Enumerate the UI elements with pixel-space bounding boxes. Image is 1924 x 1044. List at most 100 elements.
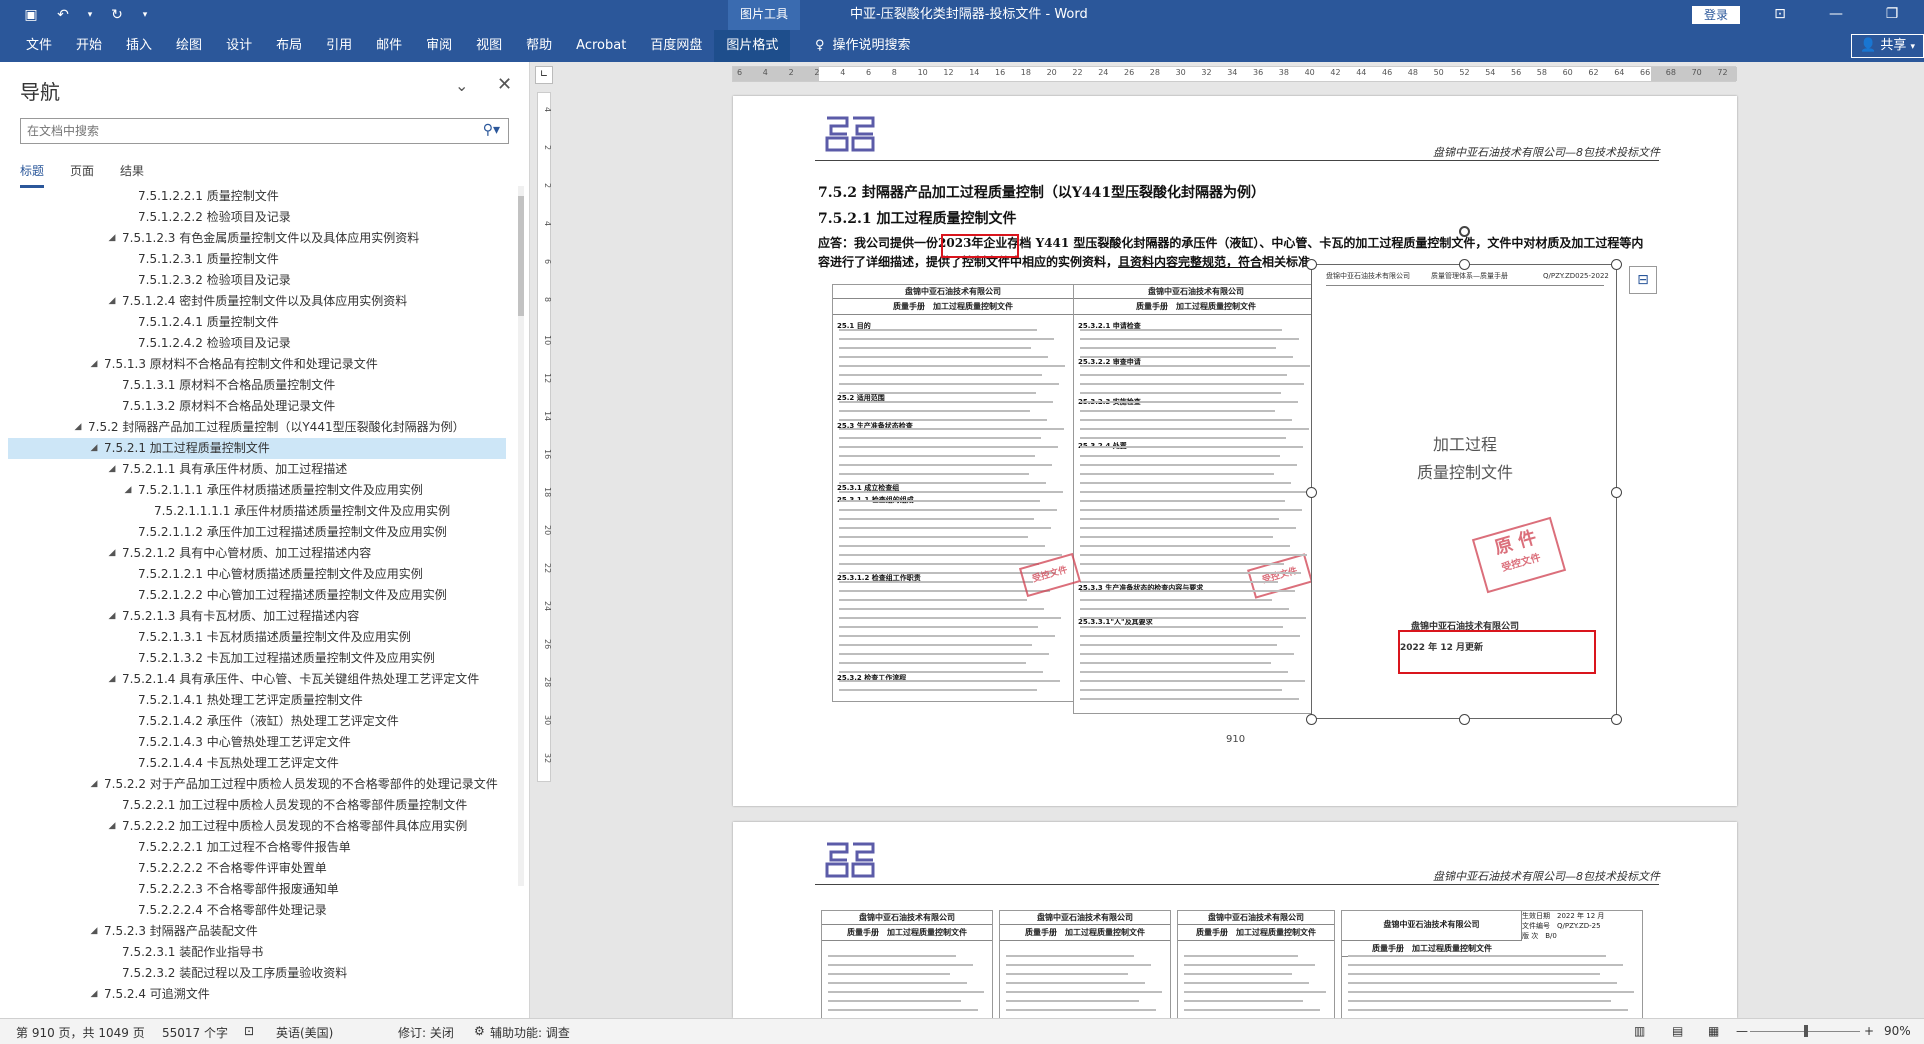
scanned-sheet-p2-1[interactable]: 盘锦中亚石油技术有限公司 质量手册 加工过程质量控制文件 xyxy=(821,910,993,1018)
rotate-handle[interactable] xyxy=(1459,226,1470,237)
expand-toggle-icon[interactable]: ◢ xyxy=(88,438,100,459)
resize-handle[interactable] xyxy=(1611,259,1622,270)
nav-tab-pages[interactable]: 页面 xyxy=(70,162,94,188)
nav-heading-item[interactable]: 7.5.2.1.4.4 卡瓦热处理工艺评定文件 xyxy=(8,753,506,774)
expand-toggle-icon[interactable]: ◢ xyxy=(106,816,118,837)
expand-toggle-icon[interactable]: ◢ xyxy=(106,669,118,690)
tab-mailings[interactable]: 邮件 xyxy=(364,30,414,62)
redo-icon[interactable]: ↻ xyxy=(108,6,126,24)
nav-heading-item[interactable]: 7.5.2.1.1.1.1 承压件材质描述质量控制文件及应用实例 xyxy=(8,501,506,522)
customize-qat-icon[interactable]: ▾ xyxy=(140,6,150,24)
read-mode-icon[interactable]: ▥ xyxy=(1634,1024,1645,1038)
nav-heading-item[interactable]: 7.5.1.3.2 原材料不合格品处理记录文件 xyxy=(8,396,506,417)
tab-insert[interactable]: 插入 xyxy=(114,30,164,62)
zoom-slider-thumb[interactable] xyxy=(1804,1025,1808,1037)
nav-heading-item[interactable]: 7.5.2.1.4.1 热处理工艺评定质量控制文件 xyxy=(8,690,506,711)
chevron-down-icon[interactable]: ⌄ xyxy=(455,76,468,95)
expand-toggle-icon[interactable]: ◢ xyxy=(106,228,118,249)
nav-heading-item[interactable]: ◢ 7.5.2.2.2 加工过程中质检人员发现的不合格零部件具体应用实例 xyxy=(8,816,506,837)
nav-heading-item[interactable]: 7.5.1.2.3.1 质量控制文件 xyxy=(8,249,506,270)
nav-heading-item[interactable]: 7.5.2.1.3.2 卡瓦加工过程描述质量控制文件及应用实例 xyxy=(8,648,506,669)
ribbon-display-options-icon[interactable]: ⊡ xyxy=(1752,0,1808,30)
resize-handle[interactable] xyxy=(1459,259,1470,270)
document-page-next[interactable]: 盘锦中亚石油技术有限公司—8包技术投标文件 盘锦中亚石油技术有限公司 质量手册 … xyxy=(733,822,1737,1018)
nav-heading-item[interactable]: 7.5.2.2.2.3 不合格零部件报废通知单 xyxy=(8,879,506,900)
tab-review[interactable]: 审阅 xyxy=(414,30,464,62)
scanned-sheet-middle[interactable]: 盘锦中亚石油技术有限公司 质量手册 加工过程质量控制文件 25.3.2.1 申请… xyxy=(1073,284,1319,714)
expand-toggle-icon[interactable]: ◢ xyxy=(106,606,118,627)
nav-tab-headings[interactable]: 标题 xyxy=(20,162,45,188)
expand-toggle-icon[interactable]: ◢ xyxy=(88,774,100,795)
zoom-out-icon[interactable]: — xyxy=(1736,1024,1748,1038)
status-track-changes[interactable]: 修订: 关闭 xyxy=(398,1024,454,1041)
nav-heading-item[interactable]: ◢ 7.5.2.1.2 具有中心管材质、加工过程描述内容 xyxy=(8,543,506,564)
tab-layout[interactable]: 布局 xyxy=(264,30,314,62)
restore-icon[interactable]: ❐ xyxy=(1864,0,1920,30)
save-icon[interactable]: ▣ xyxy=(22,6,40,24)
heading-7-5-2-1[interactable]: 7.5.2.1 加工过程质量控制文件 xyxy=(818,208,1016,228)
expand-toggle-icon[interactable]: ◢ xyxy=(122,480,134,501)
close-icon[interactable]: ✕ xyxy=(497,74,512,95)
nav-heading-item[interactable]: ◢ 7.5.1.3 原材料不合格品有控制文件和处理记录文件 xyxy=(8,354,506,375)
nav-heading-item[interactable]: ◢ 7.5.2.1.1.1 承压件材质描述质量控制文件及应用实例 xyxy=(8,480,506,501)
resize-handle[interactable] xyxy=(1459,714,1470,725)
nav-heading-item[interactable]: 7.5.2.1.4.2 承压件（液缸）热处理工艺评定文件 xyxy=(8,711,506,732)
status-page-count[interactable]: 第 910 页，共 1049 页 xyxy=(16,1024,145,1041)
status-accessibility[interactable]: 辅助功能: 调查 xyxy=(490,1024,570,1041)
nav-search-input[interactable] xyxy=(21,119,461,143)
layout-options-icon[interactable]: ⊟ xyxy=(1629,266,1657,294)
tab-picture-format[interactable]: 图片格式 xyxy=(714,30,791,62)
expand-toggle-icon[interactable]: ◢ xyxy=(88,354,100,375)
undo-dropdown-icon[interactable]: ▾ xyxy=(86,6,94,24)
scanned-sheet-p2-3[interactable]: 盘锦中亚石油技术有限公司 质量手册 加工过程质量控制文件 xyxy=(1177,910,1335,1018)
resize-handle[interactable] xyxy=(1306,259,1317,270)
nav-heading-item[interactable]: 7.5.2.1.2.1 中心管材质描述质量控制文件及应用实例 xyxy=(8,564,506,585)
expand-toggle-icon[interactable]: ◢ xyxy=(106,459,118,480)
nav-heading-item[interactable]: ◢ 7.5.2.1.1 具有承压件材质、加工过程描述 xyxy=(8,459,506,480)
tab-baidu-netdisk[interactable]: 百度网盘 xyxy=(638,30,714,62)
nav-heading-item[interactable]: ◢ 7.5.1.2.3 有色金属质量控制文件以及具体应用实例资料 xyxy=(8,228,506,249)
tab-view[interactable]: 视图 xyxy=(464,30,514,62)
tab-file[interactable]: 文件 xyxy=(14,30,64,62)
nav-heading-item[interactable]: ◢ 7.5.2.1 加工过程质量控制文件 xyxy=(8,438,506,459)
nav-heading-item[interactable]: ◢ 7.5.2.1.3 具有卡瓦材质、加工过程描述内容 xyxy=(8,606,506,627)
heading-7-5-2[interactable]: 7.5.2 封隔器产品加工过程质量控制（以Y441型压裂酸化封隔器为例） xyxy=(818,182,1265,202)
tab-home[interactable]: 开始 xyxy=(64,30,114,62)
expand-toggle-icon[interactable]: ◢ xyxy=(106,543,118,564)
tell-me-search[interactable]: ♀ 操作说明搜索 xyxy=(815,30,911,62)
nav-heading-item[interactable]: ◢ 7.5.2 封隔器产品加工过程质量控制（以Y441型压裂酸化封隔器为例） xyxy=(8,417,506,438)
search-icon[interactable]: ⚲▾ xyxy=(483,122,500,138)
nav-tab-results[interactable]: 结果 xyxy=(120,162,144,188)
resize-handle[interactable] xyxy=(1611,714,1622,725)
resize-handle[interactable] xyxy=(1306,487,1317,498)
scanned-sheet-p2-4[interactable]: 盘锦中亚石油技术有限公司 生效日期 2022 年 12 月 文件编号 Q/PZY… xyxy=(1341,910,1643,1018)
tab-draw[interactable]: 绘图 xyxy=(164,30,214,62)
web-layout-icon[interactable]: ▦ xyxy=(1708,1024,1719,1038)
nav-heading-item[interactable]: 7.5.2.3.2 装配过程以及工序质量验收资料 xyxy=(8,963,506,984)
tab-help[interactable]: 帮助 xyxy=(514,30,564,62)
nav-heading-item[interactable]: 7.5.2.1.2.2 中心管加工过程描述质量控制文件及应用实例 xyxy=(8,585,506,606)
resize-handle[interactable] xyxy=(1306,714,1317,725)
nav-heading-item[interactable]: 7.5.2.2.1 加工过程中质检人员发现的不合格零部件质量控制文件 xyxy=(8,795,506,816)
nav-heading-item[interactable]: ◢ 7.5.2.2 对于产品加工过程中质检人员发现的不合格零部件的处理记录文件 xyxy=(8,774,506,795)
nav-heading-item[interactable]: 7.5.2.2.2.4 不合格零部件处理记录 xyxy=(8,900,506,921)
proofing-icon[interactable]: ⊡ xyxy=(244,1024,254,1038)
nav-heading-item[interactable]: 7.5.2.3.1 装配作业指导书 xyxy=(8,942,506,963)
sign-in-button[interactable]: 登录 xyxy=(1692,6,1741,24)
nav-heading-item[interactable]: ◢ 7.5.1.2.4 密封件质量控制文件以及具体应用实例资料 xyxy=(8,291,506,312)
nav-heading-item[interactable]: 7.5.1.2.4.1 质量控制文件 xyxy=(8,312,506,333)
nav-heading-item[interactable]: 7.5.2.1.4.3 中心管热处理工艺评定文件 xyxy=(8,732,506,753)
nav-heading-item[interactable]: ◢ 7.5.2.1.4 具有承压件、中心管、卡瓦关键组件热处理工艺评定文件 xyxy=(8,669,506,690)
zoom-in-icon[interactable]: + xyxy=(1864,1024,1874,1038)
undo-icon[interactable]: ↶ xyxy=(54,6,72,24)
nav-scrollbar[interactable] xyxy=(516,186,526,886)
expand-toggle-icon[interactable]: ◢ xyxy=(72,417,84,438)
nav-heading-item[interactable]: 7.5.2.1.3.1 卡瓦材质描述质量控制文件及应用实例 xyxy=(8,627,506,648)
tab-selector[interactable]: ∟ xyxy=(535,66,553,84)
accessibility-icon[interactable]: ⚙ xyxy=(474,1024,485,1038)
expand-toggle-icon[interactable]: ◢ xyxy=(88,921,100,942)
nav-heading-item[interactable]: ◢ 7.5.2.4 可追溯文件 xyxy=(8,984,506,1005)
status-language[interactable]: 英语(美国) xyxy=(276,1024,333,1041)
nav-heading-item[interactable]: 7.5.2.1.1.2 承压件加工过程描述质量控制文件及应用实例 xyxy=(8,522,506,543)
tab-acrobat[interactable]: Acrobat xyxy=(564,30,638,62)
